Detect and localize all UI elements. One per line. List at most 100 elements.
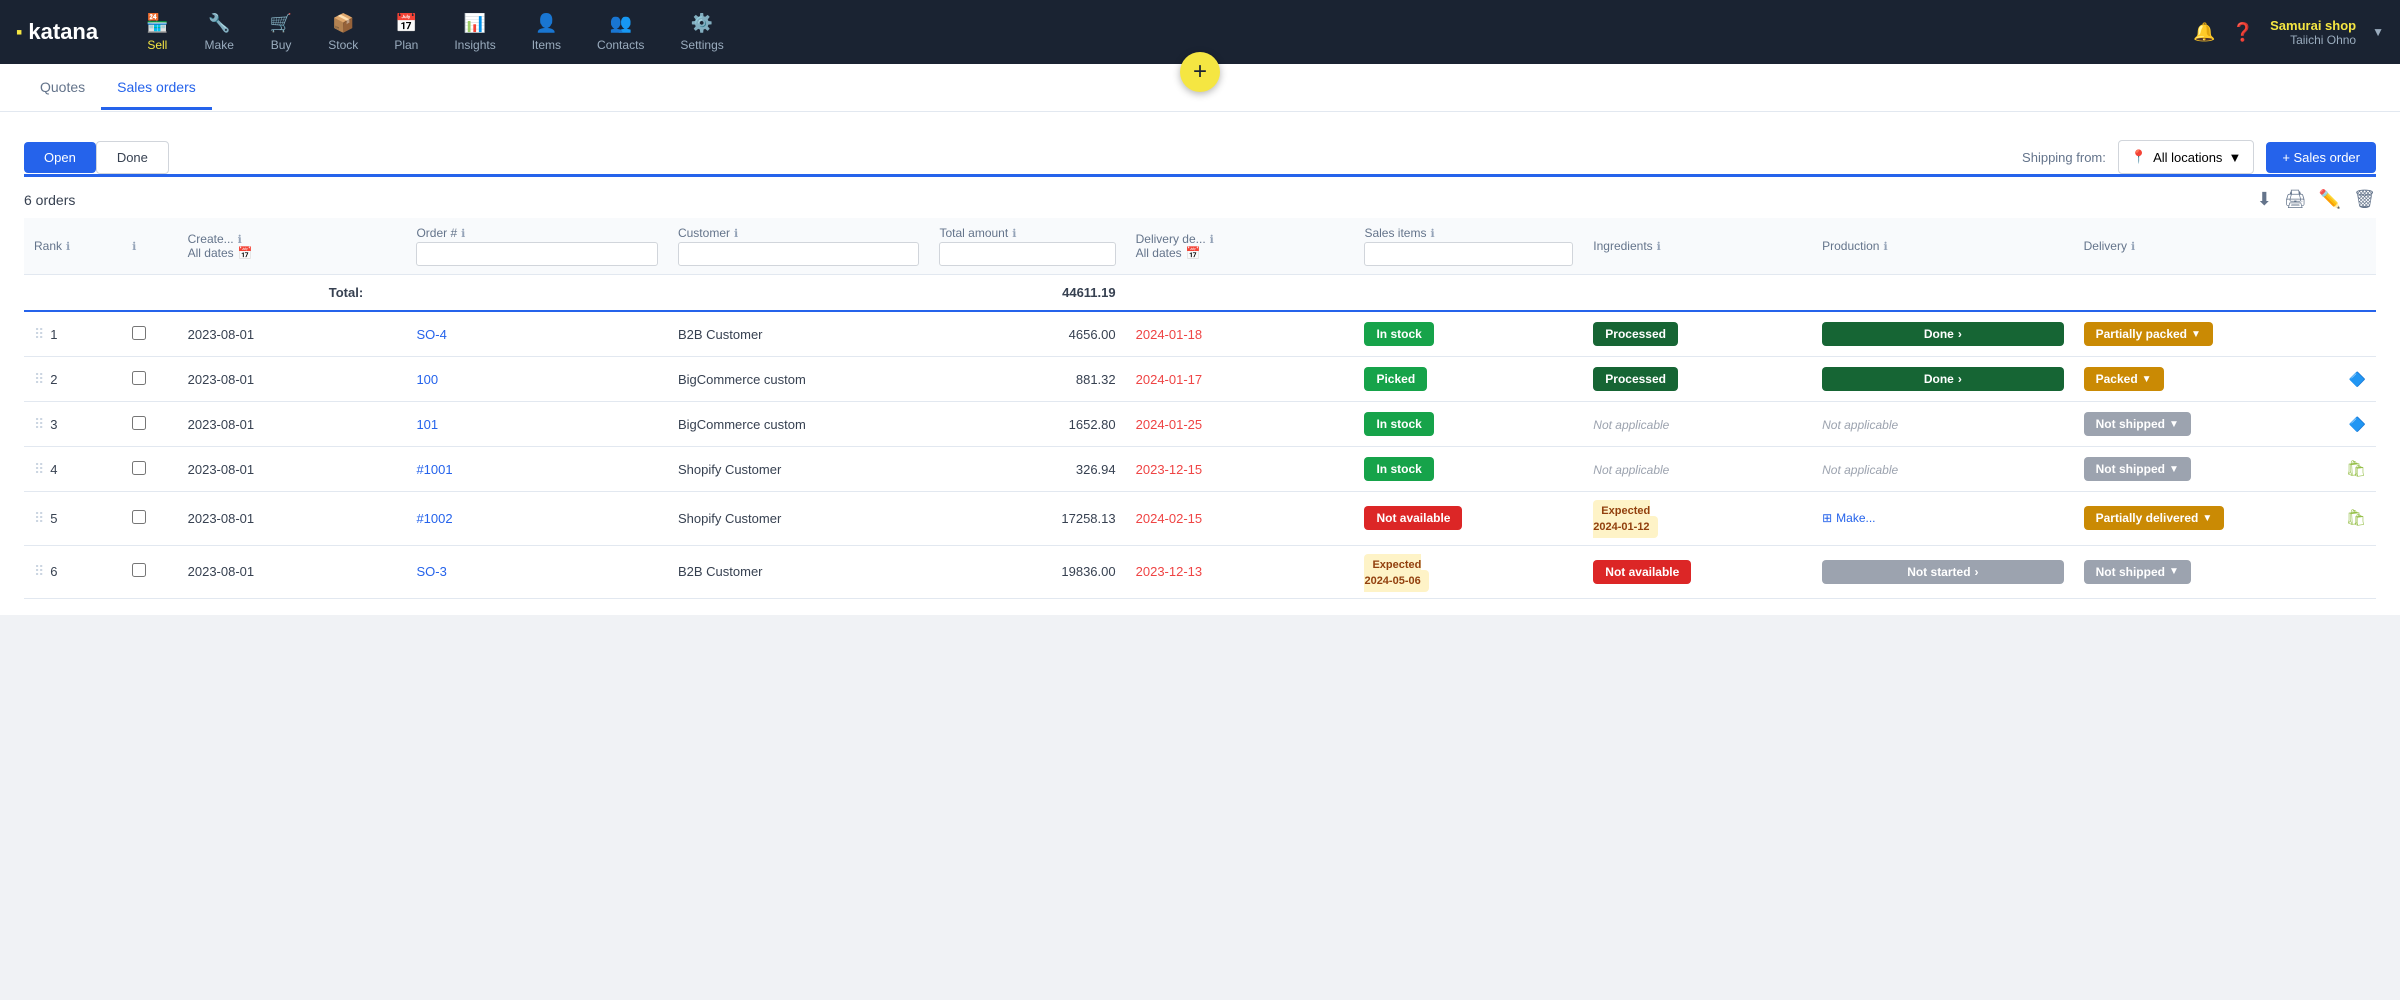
created-date: 2023-08-01 [178,311,407,357]
ingredients-status: Expected2024-01-12 [1583,492,1812,546]
rank-num: 4 [50,462,57,477]
created-info-icon[interactable]: ℹ [238,233,242,246]
nav-contacts[interactable]: 👥 Contacts [581,5,660,60]
production-info-icon[interactable]: ℹ [1883,240,1887,253]
production-status[interactable]: Not applicable [1812,447,2074,492]
logo-icon: ▪ [16,22,22,43]
sales-items-status[interactable]: Picked [1354,357,1583,402]
edit-button[interactable]: ✏️ [2319,189,2341,210]
drag-handle[interactable]: ⠿ [34,563,44,580]
created-calendar-icon[interactable]: 📅 [238,246,253,260]
customer-name: Shopify Customer [668,492,930,546]
logo[interactable]: ▪ katana [16,19,98,45]
delivery-status[interactable]: Not shipped ▼🛍 [2074,447,2376,492]
ingredients-info-icon[interactable]: ℹ [1657,240,1661,253]
production-done-badge: Done › [1822,367,2064,391]
print-button[interactable]: 🖨 [2284,189,2307,210]
order-number-link[interactable]: #1002 [416,511,452,526]
sales-items-status[interactable]: Expected2024-05-06 [1354,545,1583,599]
nav-plan[interactable]: 📅 Plan [378,5,434,60]
nav-make[interactable]: 🔧 Make [189,5,250,60]
production-status[interactable]: Done › [1812,357,2074,402]
nav-items[interactable]: 👤 Items [516,5,577,60]
rank-info-icon[interactable]: ℹ [66,240,70,253]
delivery-status[interactable]: Partially delivered ▼🛍 [2074,492,2376,546]
order-number-link[interactable]: 100 [416,372,438,387]
order-filter-input[interactable] [416,242,658,266]
bell-icon[interactable]: 🔔 [2193,22,2215,43]
main-content: Open Done Shipping from: 📍 All locations… [0,112,2400,615]
row-checkbox[interactable] [132,563,146,577]
sales-items-status[interactable]: In stock [1354,311,1583,357]
nav-buy[interactable]: 🛒 Buy [254,5,308,60]
sales-items-badge: In stock [1364,457,1433,481]
delivery-status[interactable]: Not shipped ▼ [2074,545,2376,599]
order-number-link[interactable]: SO-4 [416,327,446,342]
shop-chevron-icon[interactable]: ▼ [2372,25,2384,39]
orders-count-label: 6 orders [24,192,75,208]
customer-filter-input[interactable] [678,242,920,266]
drag-handle[interactable]: ⠿ [34,416,44,433]
drag-handle[interactable]: ⠿ [34,510,44,527]
shipping-label: Shipping from: [2022,150,2106,165]
sales-items-badge: Not available [1364,506,1462,530]
table-row: ⠿52023-08-01#1002Shopify Customer17258.1… [24,492,2376,546]
download-button[interactable]: ⬇ [2257,189,2272,210]
nav-stock[interactable]: 📦 Stock [312,5,374,60]
delivery-status[interactable]: Partially packed ▼ [2074,311,2376,357]
rank-num: 1 [50,327,57,342]
total-amount: 1652.80 [929,402,1125,447]
drag-handle[interactable]: ⠿ [34,326,44,343]
nav-insights[interactable]: 📊 Insights [438,5,511,60]
delivery-info-icon[interactable]: ℹ [2131,240,2135,253]
production-status[interactable]: Done › [1812,311,2074,357]
new-sales-order-button[interactable]: + Sales order [2266,142,2376,173]
order-number-link[interactable]: 101 [416,417,438,432]
production-status[interactable]: Not applicable [1812,402,2074,447]
row-checkbox[interactable] [132,461,146,475]
order-number-link[interactable]: #1001 [416,462,452,477]
right-controls: Shipping from: 📍 All locations ▼ + Sales… [2022,140,2376,174]
production-status[interactable]: Not started › [1812,545,2074,599]
tab-sales-orders[interactable]: Sales orders [101,67,212,110]
order-number-link[interactable]: SO-3 [416,564,446,579]
help-icon[interactable]: ❓ [2232,22,2254,43]
sales-items-status[interactable]: In stock [1354,402,1583,447]
sales-items-info-icon[interactable]: ℹ [1430,227,1434,240]
row-checkbox[interactable] [132,326,146,340]
shopify-icon: 🛍 [2346,508,2366,528]
delete-button[interactable]: 🗑 [2353,189,2376,210]
delivery-status[interactable]: Not shipped ▼🔷 [2074,402,2376,447]
shop-info[interactable]: Samurai shop Taiichi Ohno [2270,18,2356,47]
delivery-date-info-icon[interactable]: ℹ [1210,233,1214,246]
delivery-calendar-icon[interactable]: 📅 [1186,246,1201,260]
open-filter-button[interactable]: Open [24,142,96,173]
drag-handle[interactable]: ⠿ [34,371,44,388]
col-order: Order # ℹ [406,218,668,275]
delivery-status[interactable]: Packed ▼🔷 [2074,357,2376,402]
customer-info-icon[interactable]: ℹ [734,227,738,240]
done-filter-button[interactable]: Done [96,141,169,174]
order-info-icon[interactable]: ℹ [461,227,465,240]
add-button[interactable]: + [1180,52,1220,92]
nav-sell[interactable]: 🏪 Sell [130,5,184,60]
col-sales-items: Sales items ℹ [1354,218,1583,275]
row-checkbox[interactable] [132,510,146,524]
location-selector[interactable]: 📍 All locations ▼ [2118,140,2254,174]
make-icon: 🔧 [208,13,230,34]
row-checkbox[interactable] [132,371,146,385]
detail-info-icon[interactable]: ℹ [132,241,136,253]
make-link[interactable]: ⊞ Make... [1822,511,2064,525]
sales-items-status[interactable]: Not available [1354,492,1583,546]
amount-filter-input[interactable] [939,242,1115,266]
row-checkbox[interactable] [132,416,146,430]
bigcommerce-icon: 🔷 [2349,416,2366,433]
tab-quotes[interactable]: Quotes [24,67,101,110]
production-done-badge: Done › [1822,322,2064,346]
production-status[interactable]: ⊞ Make... [1812,492,2074,546]
drag-handle[interactable]: ⠿ [34,461,44,478]
sales-items-status[interactable]: In stock [1354,447,1583,492]
sales-items-filter-input[interactable] [1364,242,1573,266]
nav-settings[interactable]: ⚙️ Settings [664,5,739,60]
amount-info-icon[interactable]: ℹ [1012,227,1016,240]
